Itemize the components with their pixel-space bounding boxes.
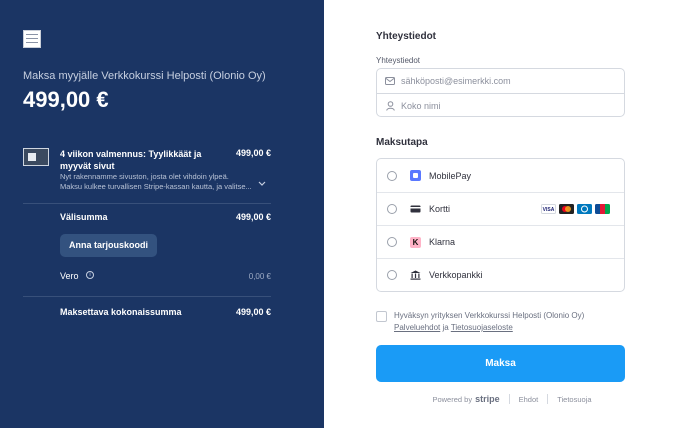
total-label: Maksettava kokonaissumma (60, 307, 182, 317)
radio-button[interactable] (387, 170, 397, 181)
payment-methods: MobilePay Kortti VISA K Klarna Verkkopan… (376, 158, 625, 292)
checkout-form-panel: Yhteystiedot Yhteystiedot Maksutapa Mobi… (324, 0, 700, 428)
payment-method-mobilepay[interactable]: MobilePay (377, 159, 624, 192)
email-field-row (377, 69, 624, 93)
card-brands: VISA (541, 204, 610, 214)
terms-link[interactable]: Palveluehdot (394, 323, 440, 332)
klarna-icon: K (410, 236, 421, 248)
mastercard-icon (559, 204, 574, 214)
terms-prefix: Hyväksyn yrityksen Verkkokurssi Helposti… (394, 311, 585, 320)
powered-by-text: Powered by (432, 394, 473, 404)
payment-method-label: Kortti (429, 204, 451, 214)
bank-icon (410, 270, 421, 281)
tax-label: Vero (60, 271, 79, 281)
total-amount: 499,00 € (23, 87, 109, 112)
divider (547, 394, 549, 404)
chevron-down-icon[interactable] (258, 180, 266, 189)
payment-method-klarna[interactable]: K Klarna (377, 225, 624, 258)
stripe-logo[interactable]: stripe (475, 394, 500, 404)
contact-heading: Yhteystiedot (376, 31, 437, 42)
info-icon[interactable]: i (86, 271, 94, 279)
subtotal-value: 499,00 € (235, 212, 271, 222)
footer-privacy-link[interactable]: Tietosuoja (557, 395, 591, 404)
payment-method-label: Verkkopankki (429, 270, 483, 280)
total-value: 499,00 € (235, 307, 271, 317)
radio-button[interactable] (387, 237, 397, 247)
terms-checkbox[interactable] (376, 311, 387, 322)
terms-joiner: ja (442, 323, 449, 332)
radio-button[interactable] (387, 270, 397, 280)
payment-method-card[interactable]: Kortti VISA (377, 192, 624, 225)
contact-fields (376, 68, 625, 117)
payment-method-label: MobilePay (429, 170, 472, 181)
terms-text: Hyväksyn yrityksen Verkkokurssi Helposti… (394, 310, 624, 334)
product-description: Nyt rakennamme sivuston, josta olet vihd… (60, 172, 255, 192)
payment-method-label: Klarna (429, 237, 456, 247)
privacy-link[interactable]: Tietosuojaseloste (451, 323, 513, 332)
product-description-line: Maksu kulkee turvallisen Stripe-kassan k… (60, 182, 252, 191)
visa-icon: VISA (541, 204, 556, 214)
product-price: 499,00 € (235, 148, 271, 158)
jcb-icon (595, 204, 610, 214)
promo-code-button[interactable]: Anna tarjouskoodi (60, 234, 158, 257)
radio-button[interactable] (387, 204, 397, 214)
footer: Powered by stripe Ehdot Tietosuoja (324, 394, 700, 404)
person-icon (385, 100, 395, 111)
product-description-line: Nyt rakennamme sivuston, josta olet vihd… (60, 172, 229, 181)
email-input[interactable] (401, 76, 601, 86)
diners-icon (577, 204, 592, 214)
order-summary-panel: Maksa myyjälle Verkkokurssi Helposti (Ol… (0, 0, 324, 428)
divider (23, 203, 271, 204)
name-field-row (377, 93, 624, 117)
divider (23, 296, 271, 297)
payment-heading: Maksutapa (376, 137, 428, 148)
full-name-input[interactable] (401, 100, 601, 111)
card-icon (410, 204, 421, 215)
mail-icon (385, 76, 395, 86)
divider (508, 394, 510, 404)
footer-terms-link[interactable]: Ehdot (519, 395, 539, 404)
subtotal-label: Välisumma (60, 212, 108, 222)
product-thumbnail (23, 148, 49, 166)
product-name: 4 viikon valmennus: Tyylikkäät ja myyvät… (60, 149, 202, 171)
merchant-line: Maksa myyjälle Verkkokurssi Helposti (Ol… (23, 70, 266, 82)
mobilepay-icon (410, 170, 421, 181)
payment-method-bank[interactable]: Verkkopankki (377, 258, 624, 291)
tax-value: 0,00 € (248, 272, 271, 281)
merchant-logo (23, 30, 41, 48)
pay-button[interactable]: Maksa (376, 345, 625, 382)
email-label: Yhteystiedot (376, 56, 421, 65)
